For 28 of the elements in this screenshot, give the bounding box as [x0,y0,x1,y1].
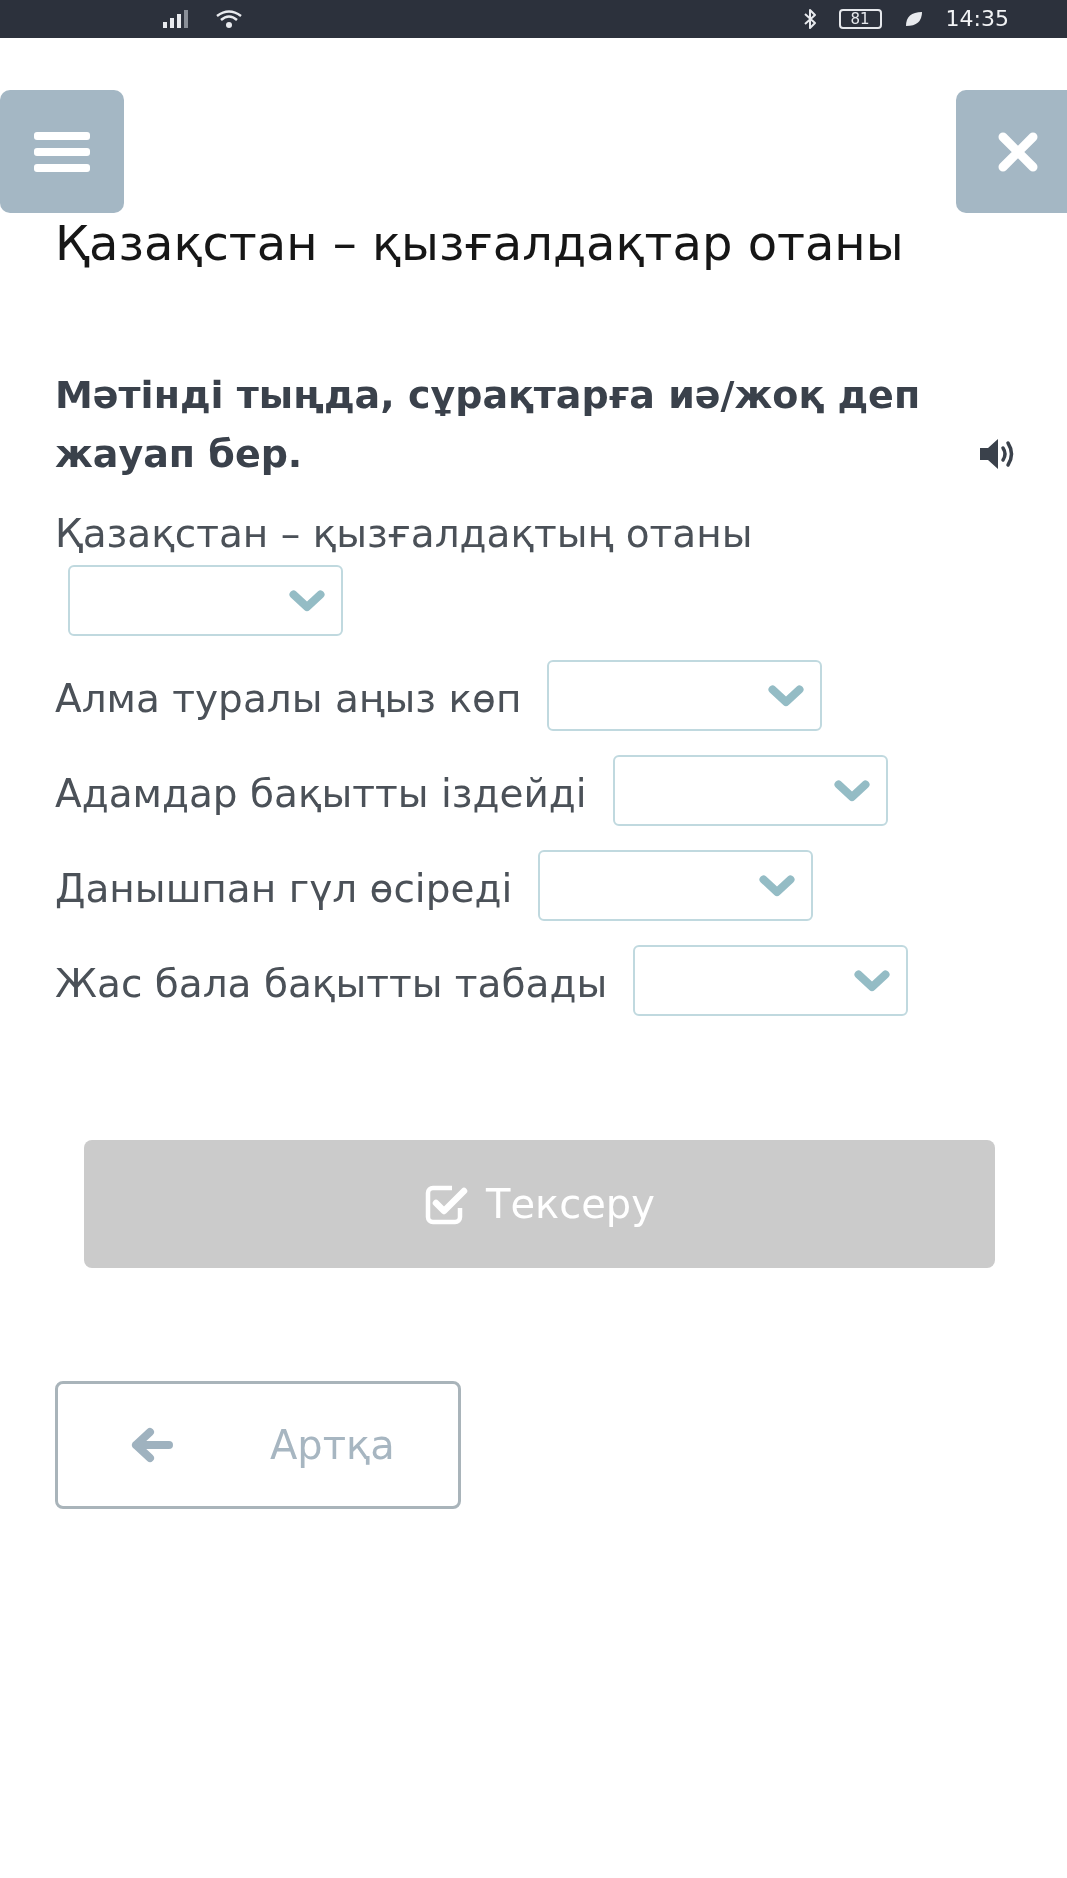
close-icon [996,130,1039,173]
question-text: Жас бала бақытты табады [55,959,608,1008]
leaf-icon [903,10,924,28]
arrow-left-icon [130,1427,174,1463]
chevron-down-icon [854,969,891,992]
menu-icon [34,131,90,172]
chevron-down-icon [833,779,870,802]
page-title: Қазақстан – қызғалдақтар отаны [54,215,905,271]
wifi-icon [215,9,243,29]
question-text: Данышпан гүл өсіреді [55,864,513,913]
answer-dropdown[interactable] [612,755,888,826]
question-text: Адамдар бақытты іздейді [55,769,587,818]
chevron-down-icon [289,589,325,612]
answer-dropdown[interactable] [633,945,909,1016]
chevron-down-icon [768,684,805,707]
bluetooth-icon [802,8,817,30]
close-button[interactable] [956,90,1067,213]
answer-dropdown[interactable] [68,565,343,636]
menu-button[interactable] [0,90,124,213]
chevron-down-icon [759,874,796,897]
answer-dropdown[interactable] [547,660,823,731]
answer-dropdown[interactable] [538,850,814,921]
question-text: Қазақстан – қызғалдақтың отаны [55,510,753,558]
status-time: 14:35 [945,8,1009,30]
instruction-text: Мәтінді тыңда, сұрақтарға иә/жоқ деп жауап бер. [55,372,922,478]
battery-indicator: 81 [838,9,882,29]
back-button[interactable]: Артқа [55,1381,461,1509]
question-text: Алма туралы аңыз көп [55,674,522,723]
